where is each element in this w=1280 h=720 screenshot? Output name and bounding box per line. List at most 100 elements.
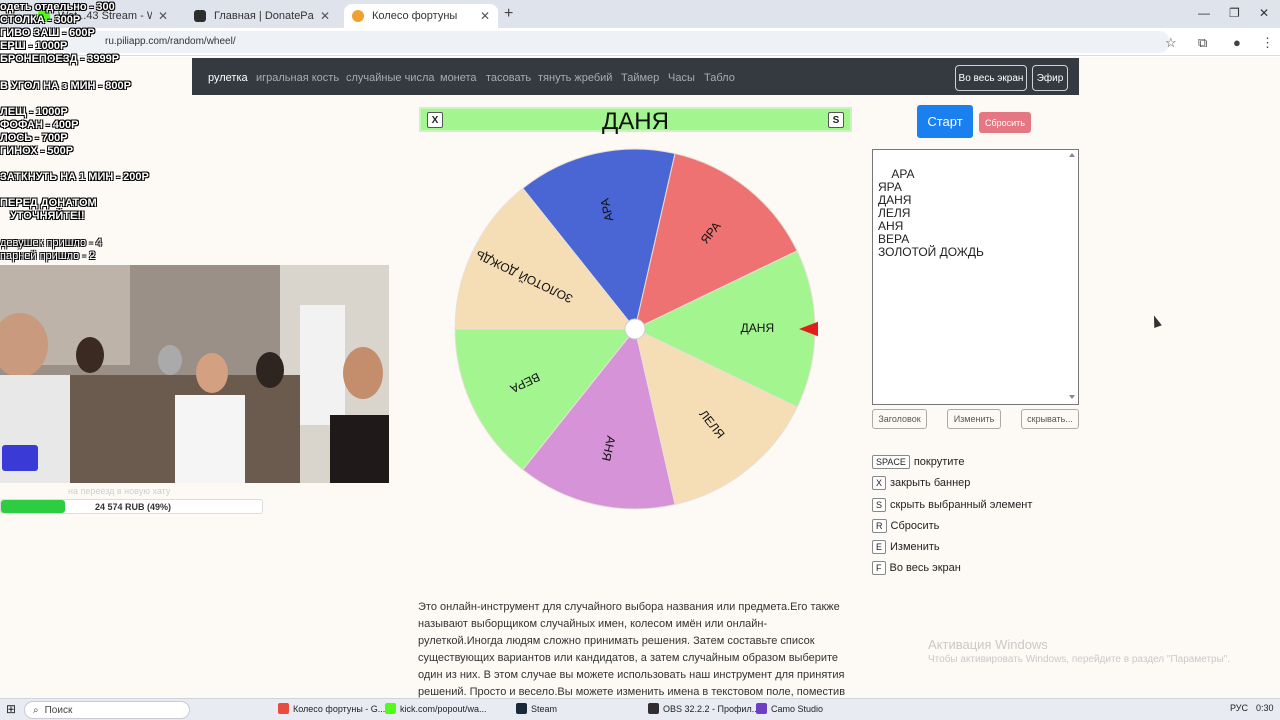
edit-button[interactable]: Изменить bbox=[947, 409, 1001, 429]
overlay-line: ГИВО ЗАШ - 600Р bbox=[0, 27, 95, 39]
extensions-icon[interactable]: ⧉ bbox=[1198, 35, 1207, 51]
nav-scoreboard[interactable]: Табло bbox=[704, 72, 735, 84]
taskbar-app-label: Steam bbox=[531, 703, 558, 714]
nav-coin[interactable]: монета bbox=[440, 72, 477, 84]
overlay-line: В УГОЛ НА з МИН - 800Р bbox=[0, 80, 131, 92]
shortcut-item: F Во весь экран bbox=[872, 561, 961, 575]
overlay-line: девушек пришло - 4 bbox=[0, 237, 103, 249]
shortcut-label: Сбросить bbox=[890, 520, 940, 532]
key-badge: SPACE bbox=[872, 455, 910, 469]
overlay-line: БРОНЕПОЕЗД - 3999Р bbox=[0, 53, 120, 65]
tab-wheel[interactable]: Колесо фортуны ✕ bbox=[344, 4, 498, 28]
taskbar-app[interactable]: Steam bbox=[516, 703, 557, 714]
steam-icon bbox=[516, 703, 527, 714]
key-badge: F bbox=[872, 561, 886, 575]
taskbar-app[interactable]: Camo Studio bbox=[756, 703, 823, 714]
close-tab-icon[interactable]: ✕ bbox=[320, 9, 330, 23]
address-bar-row: ru.piliapp.com/random/wheel/ bbox=[0, 28, 1280, 56]
url-text: ru.piliapp.com/random/wheel/ bbox=[105, 36, 236, 47]
nav-random-numbers[interactable]: случайные числа bbox=[346, 72, 434, 84]
shortcut-item: S скрыть выбранный элемент bbox=[872, 498, 1032, 512]
top-navbar: рулетка игральная кость случайные числа … bbox=[192, 58, 1079, 95]
profile-avatar-icon[interactable]: ● bbox=[1233, 35, 1241, 50]
address-bar[interactable]: ru.piliapp.com/random/wheel/ bbox=[60, 31, 1170, 53]
overlay-line: ЛОСЬ - 700Р bbox=[0, 132, 68, 144]
bookmark-star-icon[interactable]: ☆ bbox=[1165, 35, 1177, 51]
goal-label: на переезд в новую хату bbox=[68, 486, 171, 496]
nav-draw-lots[interactable]: тянуть жребий bbox=[538, 72, 612, 84]
taskbar-app-label: OBS 32.2.2 - Профил... bbox=[663, 703, 760, 714]
textarea-scrollbar[interactable] bbox=[1067, 151, 1077, 403]
close-banner-button[interactable]: X bbox=[427, 112, 443, 128]
reset-button[interactable]: Сбросить bbox=[979, 112, 1031, 133]
fortune-wheel[interactable]: АРАЯРАДАНЯЛЕЛЯАНЯВЕРАЗОЛОТОЙ ДОЖДЬ bbox=[452, 146, 818, 512]
shortcut-label: закрыть баннер bbox=[890, 477, 971, 489]
goal-progress-fill bbox=[1, 500, 65, 513]
nav-timer[interactable]: Таймер bbox=[621, 72, 659, 84]
broadcast-button[interactable]: Эфир bbox=[1032, 65, 1068, 91]
taskbar-search[interactable]: ⌕ Поиск bbox=[24, 701, 190, 719]
language-indicator[interactable]: РУС bbox=[1230, 703, 1248, 713]
overlay-line: УТОЧНЯЙТЕ!! bbox=[10, 210, 85, 222]
mouse-cursor-icon bbox=[1150, 313, 1162, 329]
clock[interactable]: 0:30 bbox=[1256, 703, 1274, 713]
overlay-line: ЛЕЩ - 1000Р bbox=[0, 106, 68, 118]
start-button[interactable]: Старт bbox=[917, 105, 973, 138]
minimize-button[interactable]: — bbox=[1198, 6, 1210, 20]
nav-roulette[interactable]: рулетка bbox=[208, 72, 248, 84]
tab-donatepay[interactable]: Главная | DonatePay ✕ bbox=[186, 4, 338, 28]
fullscreen-button[interactable]: Во весь экран bbox=[955, 65, 1027, 91]
windows-taskbar: ⊞ ⌕ Поиск Колесо фортуны - G... kick.com… bbox=[0, 698, 1280, 720]
overlay-line: ЗАТКНУТЬ НА 1 МИН - 200Р bbox=[0, 171, 149, 183]
wheel-favicon-icon bbox=[352, 10, 364, 22]
shortcut-label: Изменить bbox=[890, 541, 940, 553]
key-badge: S bbox=[872, 498, 887, 512]
hide-selected-button[interactable]: S bbox=[828, 112, 844, 128]
goal-progress-text: 24 574 RUB (49%) bbox=[95, 502, 172, 512]
start-menu-icon[interactable]: ⊞ bbox=[6, 702, 16, 716]
taskbar-app-label: Camo Studio bbox=[771, 703, 824, 714]
new-tab-button[interactable]: + bbox=[504, 5, 513, 23]
overlay-line: ПЕРЕД ДОНАТОМ bbox=[0, 197, 97, 209]
close-window-button[interactable]: ✕ bbox=[1259, 6, 1269, 20]
nav-shuffle[interactable]: тасовать bbox=[486, 72, 531, 84]
camo-icon bbox=[756, 703, 767, 714]
overlay-line: ФОФАН - 400Р bbox=[0, 119, 79, 131]
title-button[interactable]: Заголовок bbox=[872, 409, 927, 429]
taskbar-app[interactable]: kick.com/popout/wa... bbox=[385, 703, 487, 714]
kick-icon bbox=[385, 703, 396, 714]
hide-button[interactable]: скрывать... bbox=[1021, 409, 1079, 429]
restore-button[interactable]: ❐ bbox=[1229, 6, 1240, 20]
overlay-line: парней пришло - 2 bbox=[0, 250, 96, 262]
shortcut-item: X закрыть баннер bbox=[872, 476, 970, 490]
overlay-line: СТОЛКА - 300Р bbox=[0, 14, 81, 26]
shortcut-item: SPACE покрутите bbox=[872, 455, 964, 469]
webcam-scene bbox=[0, 265, 389, 483]
shortcut-item: R Сбросить bbox=[872, 519, 939, 533]
donatepay-icon bbox=[194, 10, 206, 22]
menu-icon[interactable]: ⋮ bbox=[1261, 35, 1274, 51]
search-label: Поиск bbox=[44, 704, 73, 716]
taskbar-app[interactable]: OBS 32.2.2 - Профил... bbox=[648, 703, 759, 714]
nav-dice[interactable]: игральная кость bbox=[256, 72, 339, 84]
search-icon: ⌕ bbox=[33, 704, 39, 716]
overlay-line: ЕРШ - 1000Р bbox=[0, 40, 68, 52]
winner-name: ДАНЯ bbox=[602, 108, 669, 135]
shortcut-label: скрыть выбранный элемент bbox=[890, 499, 1033, 511]
key-badge: X bbox=[872, 476, 887, 490]
close-tab-icon[interactable]: ✕ bbox=[480, 9, 490, 23]
chrome-icon bbox=[278, 703, 289, 714]
names-text: АРА ЯРА ДАНЯ ЛЕЛЯ АНЯ ВЕРА ЗОЛОТОЙ ДОЖДЬ bbox=[878, 167, 984, 259]
close-tab-icon[interactable]: ✕ bbox=[158, 9, 168, 23]
activation-title: Активация Windows bbox=[928, 637, 1048, 652]
taskbar-app[interactable]: Колесо фортуны - G... bbox=[278, 703, 385, 714]
key-badge: E bbox=[872, 540, 887, 554]
wheel-center-hub bbox=[624, 318, 646, 340]
names-textarea[interactable]: АРА ЯРА ДАНЯ ЛЕЛЯ АНЯ ВЕРА ЗОЛОТОЙ ДОЖДЬ bbox=[872, 149, 1079, 405]
nav-clock[interactable]: Часы bbox=[668, 72, 695, 84]
taskbar-app-label: kick.com/popout/wa... bbox=[400, 703, 487, 714]
wheel-segment-label: ДАНЯ bbox=[741, 321, 774, 335]
activation-subtitle: Чтобы активировать Windows, перейдите в … bbox=[928, 654, 1231, 665]
overlay-line: одеть отдельно - 300 bbox=[0, 1, 115, 13]
webcam-video bbox=[0, 265, 389, 483]
